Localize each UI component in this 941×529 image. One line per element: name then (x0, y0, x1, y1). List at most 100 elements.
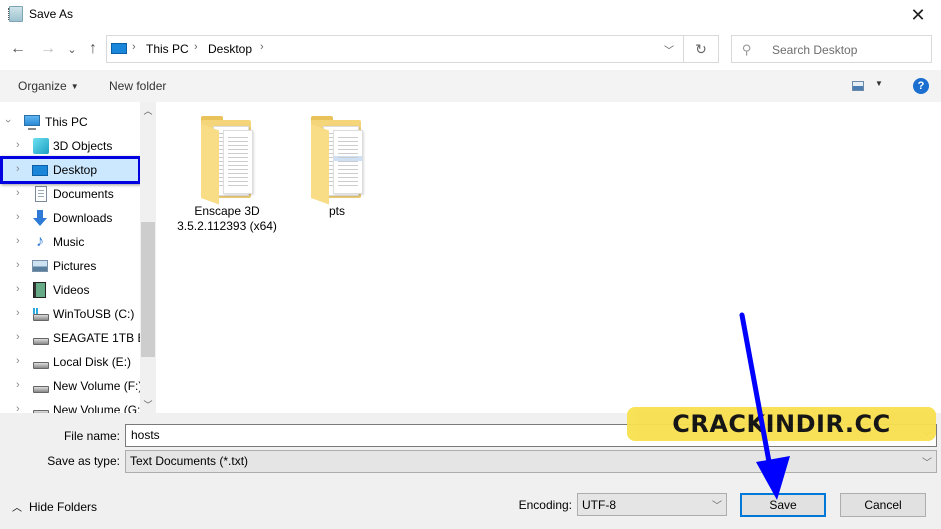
tree-item-pictures[interactable]: › Pictures (0, 254, 140, 278)
chevron-right-icon[interactable]: › (16, 187, 20, 199)
breadcrumb-desktop[interactable]: Desktop (208, 42, 252, 56)
notepad-icon (8, 6, 23, 22)
tree-item-wintousb-c[interactable]: › WinToUSB (C:) (0, 302, 140, 326)
help-icon[interactable]: ? (913, 78, 929, 94)
navigation-bar: ← → ⌄ ↑ › This PC › Desktop › ﹀ ↻ ⚲ Sear… (0, 33, 941, 65)
command-bar: Organize ▼ New folder ▼ ? (0, 70, 941, 102)
address-bar[interactable]: › This PC › Desktop › ﹀ (106, 35, 684, 63)
tree-item-this-pc[interactable]: › This PC (0, 110, 140, 134)
view-options-caret-icon[interactable]: ▼ (875, 79, 883, 88)
scroll-up-icon[interactable]: ︿ (140, 102, 156, 119)
scroll-down-icon[interactable]: ﹀ (140, 396, 156, 413)
system-drive-icon (32, 306, 49, 322)
file-list: Enscape 3D 3.5.2.112393 (x64) pts (156, 102, 941, 413)
tree-item-downloads[interactable]: › Downloads (0, 206, 140, 230)
chevron-right-icon[interactable]: › (16, 379, 20, 391)
save-as-type-select[interactable]: Text Documents (*.txt) ﹀ (125, 450, 937, 473)
change-view-icon[interactable] (852, 81, 864, 91)
tree-label: WinToUSB (C:) (53, 307, 135, 321)
chevron-right-icon[interactable]: › (16, 259, 20, 271)
scrollbar-thumb[interactable] (141, 222, 155, 357)
search-input[interactable]: ⚲ Search Desktop (731, 35, 932, 63)
file-name-value: hosts (131, 428, 160, 442)
breadcrumb-this-pc[interactable]: This PC (146, 42, 189, 56)
save-as-type-value: Text Documents (*.txt) (130, 454, 249, 468)
chevron-right-icon[interactable]: › (16, 211, 20, 223)
navigation-pane: › This PC › 3D Objects › Desktop › Docum… (0, 102, 156, 413)
save-button[interactable]: Save (740, 493, 826, 517)
tree-label: Downloads (53, 211, 113, 225)
tree-item-3d-objects[interactable]: › 3D Objects (0, 134, 140, 158)
chevron-right-icon[interactable]: › (16, 355, 20, 367)
encoding-value: UTF-8 (582, 498, 616, 512)
tree-item-documents[interactable]: › Documents (0, 182, 140, 206)
folder-item-enscape[interactable]: Enscape 3D 3.5.2.112393 (x64) (177, 114, 277, 234)
refresh-button[interactable]: ↻ (684, 35, 719, 63)
tree-label: New Volume (F:) (53, 379, 143, 393)
search-placeholder: Search Desktop (772, 43, 858, 57)
drive-icon (32, 378, 49, 394)
chevron-right-icon[interactable]: › (16, 331, 20, 343)
folder-name: pts (328, 204, 345, 218)
tree-label: Desktop (53, 163, 98, 177)
downloads-icon (32, 210, 48, 226)
tree-item-videos[interactable]: › Videos (0, 278, 140, 302)
tree-item-seagate[interactable]: › SEAGATE 1TB BA (0, 326, 153, 350)
chevron-down-icon[interactable]: ﹀ (712, 497, 722, 512)
tree-label: This PC (45, 115, 88, 129)
cancel-button[interactable]: Cancel (840, 493, 926, 517)
chevron-right-icon[interactable]: › (16, 307, 20, 319)
up-button[interactable]: ↑ (83, 39, 103, 59)
tree-label: Music (53, 235, 85, 249)
tree-item-new-volume-f[interactable]: › New Volume (F:) (0, 374, 143, 398)
folder-icon (305, 114, 369, 205)
drive-icon (32, 330, 49, 346)
tree-label: Videos (53, 283, 90, 297)
tree-item-desktop[interactable]: › Desktop (0, 158, 140, 182)
chevron-right-icon[interactable]: › (16, 403, 20, 413)
forward-button[interactable]: → (38, 39, 58, 59)
chevron-right-icon[interactable]: › (132, 41, 136, 53)
videos-icon (33, 282, 46, 298)
close-button[interactable]: ✕ (895, 0, 941, 30)
chevron-down-icon[interactable]: › (2, 119, 14, 123)
tree-label: Pictures (53, 259, 97, 273)
folder-item-pts[interactable]: pts (287, 114, 387, 219)
chevron-right-icon[interactable]: › (16, 235, 20, 247)
chevron-right-icon[interactable]: › (194, 41, 198, 53)
organize-menu[interactable]: Organize ▼ (18, 79, 79, 93)
search-icon: ⚲ (742, 42, 752, 57)
documents-icon (35, 186, 47, 202)
sidebar-scrollbar[interactable]: ︿ ﹀ (140, 102, 156, 413)
tree-label: Local Disk (E:) (53, 355, 132, 369)
chevron-right-icon[interactable]: › (16, 283, 20, 295)
tree-label: SEAGATE 1TB BA (53, 331, 154, 345)
computer-icon (24, 115, 40, 130)
window-title: Save As (29, 7, 74, 21)
encoding-select[interactable]: UTF-8 ﹀ (577, 493, 727, 516)
recent-locations-button[interactable]: ⌄ (62, 39, 82, 59)
drive-icon (32, 354, 49, 370)
file-name-label: File name: (63, 429, 120, 443)
tree-label: New Volume (G:) (53, 403, 145, 413)
desktop-icon (32, 165, 48, 176)
chevron-right-icon[interactable]: › (260, 41, 264, 53)
chevron-down-icon[interactable]: ﹀ (922, 454, 932, 469)
tree-item-music[interactable]: › ♪ Music (0, 230, 140, 254)
tree-item-local-disk-e[interactable]: › Local Disk (E:) (0, 350, 140, 374)
chevron-right-icon[interactable]: › (16, 139, 20, 151)
new-folder-button[interactable]: New folder (109, 79, 166, 93)
chevron-right-icon[interactable]: › (16, 163, 20, 175)
3d-objects-icon (33, 138, 49, 154)
folder-name: Enscape 3D (194, 204, 260, 218)
drive-icon (32, 402, 49, 413)
tree-item-new-volume-g[interactable]: › New Volume (G:) (0, 398, 144, 413)
watermark-banner: CRACKINDIR.CC (627, 407, 936, 441)
encoding-label: Encoding: (518, 498, 572, 512)
hide-folders-button[interactable]: ︿ Hide Folders (12, 499, 97, 514)
back-button[interactable]: ← (8, 39, 28, 59)
title-bar: Save As ✕ (0, 0, 941, 30)
tree-label: 3D Objects (53, 139, 113, 153)
address-dropdown-button[interactable]: ﹀ (655, 36, 683, 62)
folder-icon (195, 114, 259, 205)
